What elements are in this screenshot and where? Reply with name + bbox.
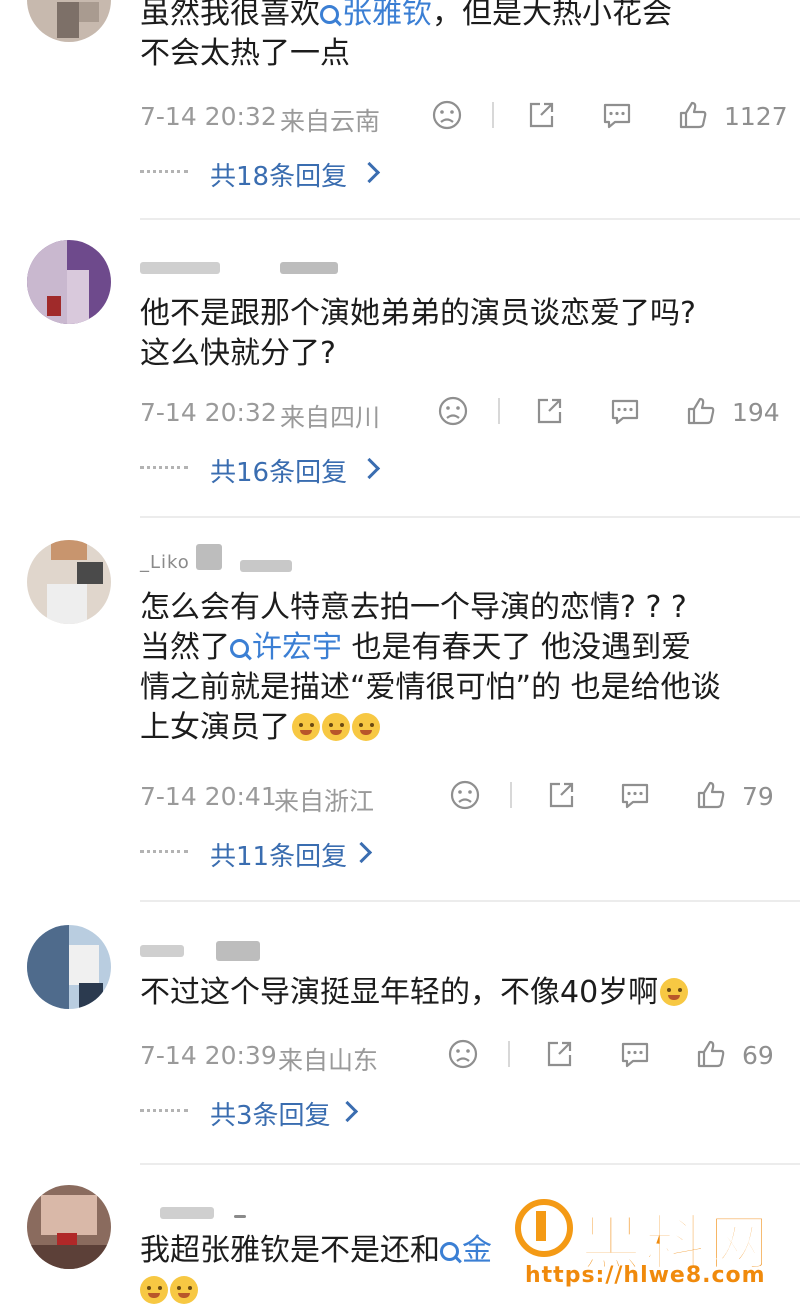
comment-meta: 7-14 20:41 来自浙江 79 [140,778,780,818]
thumbs-up-icon[interactable] [676,98,710,132]
username-badge [216,941,260,961]
avatar[interactable] [27,1185,111,1269]
chevron-right-icon [350,841,373,864]
mention-link[interactable]: 张雅钦 [320,0,432,31]
comment-bubble-icon[interactable] [600,98,634,132]
share-icon[interactable] [544,778,578,812]
search-icon [440,1242,459,1261]
replies-label: 共18条回复 [210,162,348,192]
divider [140,900,800,902]
divider [498,398,500,424]
watermark-icon [515,1199,573,1257]
comment-meta: 7-14 20:32 来自四川 194 [140,394,780,434]
username-badge [196,544,222,570]
replies-label: 共3条回复 [210,1101,331,1131]
divider [492,102,494,128]
username-badge [240,560,292,572]
username[interactable] [140,262,220,274]
mention-link[interactable]: 金 [440,1233,492,1268]
shush-emoji-icon [292,713,320,741]
frown-face-icon[interactable] [436,394,470,428]
username-badge [280,262,338,274]
comment-time: 7-14 20:32 [140,398,277,427]
dots-decoration [140,850,188,853]
comment-time: 7-14 20:41 [140,782,277,811]
avatar[interactable] [27,0,111,42]
watermark-url: https://hlwe8.com [525,1263,766,1288]
comment-text: 不过这个导演挺显年轻的，不像40岁啊 [140,973,780,1013]
comment-time: 7-14 20:39 [140,1041,277,1070]
dots-decoration [140,1109,188,1112]
comment-location: 来自浙江 [274,787,375,816]
like-count: 194 [732,398,780,427]
chevron-right-icon [358,457,381,480]
comment-bubble-icon[interactable] [608,394,642,428]
like-count: 1127 [724,102,788,131]
username-badge [234,1215,246,1218]
dizzy-emoji-icon [170,1276,198,1304]
frown-face-icon[interactable] [448,778,482,812]
dots-decoration [140,466,188,469]
thumbs-up-icon[interactable] [694,778,728,812]
divider [140,1163,800,1165]
divider [140,516,800,518]
chevron-right-icon [358,161,381,184]
avatar[interactable] [27,240,111,324]
share-icon[interactable] [524,98,558,132]
smirk-emoji-icon [140,1276,168,1304]
thumbs-up-icon[interactable] [694,1037,728,1071]
like-count: 79 [742,782,774,811]
replies-label: 共16条回复 [210,458,348,488]
username[interactable] [140,945,184,957]
laughing-emoji-icon [660,978,689,1006]
comment-location: 来自山东 [278,1046,379,1075]
shush-emoji-icon [352,713,380,741]
thumbs-up-icon[interactable] [684,394,718,428]
divider [140,218,800,220]
comment-text: 虽然我很喜欢 张雅钦，但是大热小花会 不会太热了一点 [140,0,780,74]
view-replies-link[interactable]: 共11条回复 [140,836,380,872]
share-icon[interactable] [542,1037,576,1071]
replies-label: 共11条回复 [210,842,348,872]
username[interactable] [160,1207,214,1219]
frown-face-icon[interactable] [430,98,464,132]
share-icon[interactable] [532,394,566,428]
chevron-right-icon [336,1100,359,1123]
mention-link[interactable]: 许宏宇 [230,630,342,665]
like-count: 69 [742,1041,774,1070]
username[interactable]: _Liko [140,552,190,573]
divider [510,782,512,808]
search-icon [230,639,249,658]
view-replies-link[interactable]: 共18条回复 [140,156,381,192]
comment-time: 7-14 20:32 [140,102,277,131]
comment-bubble-icon[interactable] [618,1037,652,1071]
view-replies-link[interactable]: 共16条回复 [140,452,381,488]
comment-location: 来自四川 [280,403,381,432]
search-icon [320,5,339,24]
divider [508,1041,510,1067]
dots-decoration [140,170,188,173]
shush-emoji-icon [322,713,350,741]
comment-bubble-icon[interactable] [618,778,652,812]
comment-meta: 7-14 20:39 来自山东 69 [140,1037,780,1077]
comment-text: 他不是跟那个演她弟弟的演员谈恋爱了吗? 这么快就分了? [140,296,696,371]
comment-meta: 7-14 20:32 来自云南 1127 [140,98,788,138]
comment-text: 怎么会有人特意去拍一个导演的恋情? ? ? 当然了 许宏宇 也是有春天了 他没遇到… [140,590,721,745]
avatar[interactable] [27,925,111,1009]
watermark-logo: 黑料网 https://hlwe8.com [515,1195,795,1295]
comment-location: 来自云南 [280,107,381,136]
avatar[interactable] [27,540,111,624]
view-replies-link[interactable]: 共3条回复 [140,1095,380,1131]
frown-face-icon[interactable] [446,1037,480,1071]
